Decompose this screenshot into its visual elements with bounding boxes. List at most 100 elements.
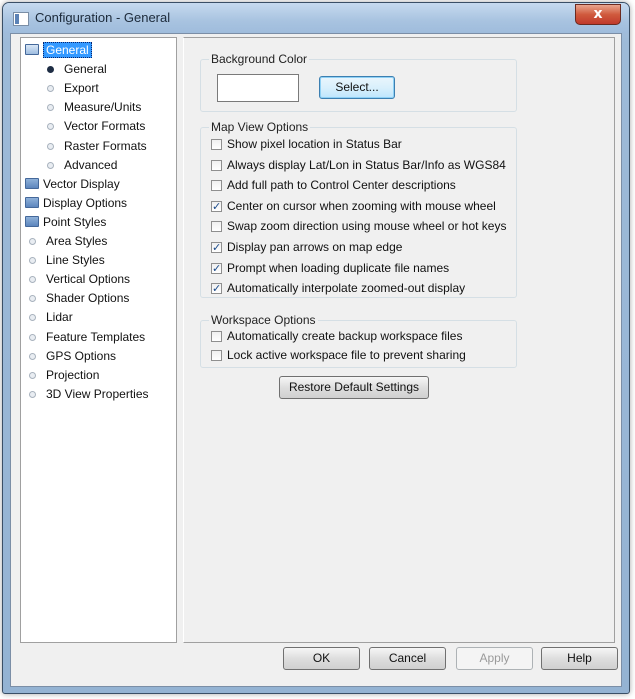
tree-item[interactable]: Feature Templates <box>25 328 145 346</box>
option-label: Prompt when loading duplicate file names <box>227 260 450 275</box>
tree-item-label: 3D View Properties <box>46 386 149 401</box>
checkbox[interactable] <box>211 180 222 192</box>
dialog-client: General General Export Measure/Units Vector … <box>10 33 622 687</box>
tree-item[interactable]: General <box>43 60 107 78</box>
bullet-icon <box>47 142 54 150</box>
option-label: Add full path to Control Center descript… <box>227 178 456 193</box>
tree-item[interactable]: GPS Options <box>25 347 116 365</box>
tree-item-label: Vertical Options <box>46 272 131 287</box>
tree-item[interactable]: Projection <box>25 366 99 384</box>
option-label: Lock active workspace file to prevent sh… <box>227 348 466 362</box>
app-icon <box>13 12 29 26</box>
option-checkbox-row[interactable]: Prompt when loading duplicate file names <box>211 259 450 278</box>
tree-item[interactable]: Point Styles <box>25 213 106 231</box>
bullet-icon <box>29 238 36 245</box>
restore-defaults-button[interactable]: Restore Default Settings <box>279 376 429 399</box>
folder-icon <box>25 196 39 208</box>
option-checkbox-row[interactable]: Always display Lat/Lon in Status Bar/Inf… <box>211 156 506 174</box>
tree-item[interactable]: Lidar <box>25 308 73 326</box>
option-label: Swap zoom direction using mouse wheel or… <box>227 219 507 234</box>
bullet-icon <box>29 371 36 379</box>
bullet-icon <box>29 352 36 360</box>
option-checkbox-row[interactable]: Swap zoom direction using mouse wheel or… <box>211 217 506 235</box>
title-bar[interactable]: Configuration - General x <box>3 3 629 33</box>
tree-item[interactable]: Vector Display <box>25 175 120 193</box>
option-checkbox-row[interactable]: Display pan arrows on map edge <box>211 238 402 257</box>
tree-item-label: Raster Formats <box>64 138 147 153</box>
tree-item-label: Shader Options <box>46 291 130 306</box>
option-checkbox-row[interactable]: Lock active workspace file to prevent sh… <box>211 346 466 364</box>
settings-panel: Background Color Select... Map View Opti… <box>183 37 615 643</box>
tree-item-label: Line Styles <box>46 253 105 268</box>
tree-item[interactable]: Display Options <box>25 194 127 212</box>
background-color-label: Background Color <box>209 52 310 66</box>
bullet-icon <box>47 85 54 93</box>
bullet-icon <box>47 161 54 169</box>
tree-item[interactable]: Shader Options <box>25 289 129 307</box>
bullet-filled-icon <box>47 66 54 74</box>
ok-button[interactable]: OK <box>283 647 360 670</box>
tree-item[interactable]: General <box>25 41 92 59</box>
option-label: Automatically create backup workspace fi… <box>227 329 463 343</box>
option-checkbox-row[interactable]: Center on cursor when zooming with mouse… <box>211 197 496 216</box>
option-label: Automatically interpolate zoomed-out dis… <box>227 281 466 296</box>
tree-item-label: Advanced <box>64 157 118 172</box>
checkbox-checked[interactable] <box>211 239 222 257</box>
tree-item-label: GPS Options <box>46 348 117 363</box>
option-label: Center on cursor when zooming with mouse… <box>227 198 496 213</box>
bullet-icon <box>29 333 36 341</box>
tree-item-label: Vector Formats <box>64 119 146 134</box>
tree-item[interactable]: Raster Formats <box>43 137 147 155</box>
checkbox-checked[interactable] <box>211 280 222 298</box>
select-color-button[interactable]: Select... <box>319 76 395 99</box>
map-view-options-group: Map View Options Show pixel location in … <box>200 120 517 298</box>
option-checkbox-row[interactable]: Add full path to Control Center descript… <box>211 176 456 194</box>
tree-item-label: Export <box>64 81 99 96</box>
category-tree: General General Export Measure/Units Vector … <box>20 37 177 643</box>
help-button[interactable]: Help <box>541 647 618 670</box>
tree-item-label: Feature Templates <box>46 329 146 344</box>
checkbox[interactable] <box>211 221 222 233</box>
tree-item-label: Area Styles <box>46 234 108 248</box>
bullet-icon <box>29 257 36 265</box>
tree-item[interactable]: 3D View Properties <box>25 385 149 403</box>
bullet-icon <box>29 314 36 322</box>
cancel-button[interactable]: Cancel <box>369 647 446 670</box>
folder-icon <box>25 177 39 189</box>
config-dialog: Configuration - General x General General… <box>2 2 630 694</box>
tree-item-label: Projection <box>46 367 100 382</box>
window-title: Configuration - General <box>35 10 171 25</box>
folder-icon <box>25 215 39 227</box>
option-checkbox-row[interactable]: Automatically create backup workspace fi… <box>211 327 462 345</box>
folder-open-icon <box>25 44 39 55</box>
option-label: Show pixel location in Status Bar <box>227 137 402 151</box>
workspace-options-group: Workspace Options Automatically create b… <box>200 313 517 368</box>
tree-item-label: General <box>43 42 92 58</box>
checkbox-checked[interactable] <box>211 260 222 278</box>
tree-item[interactable]: Line Styles <box>25 251 105 269</box>
tree-item[interactable]: Vector Formats <box>43 117 145 135</box>
bullet-icon <box>29 390 36 398</box>
tree-item-label: Vector Display <box>43 176 120 191</box>
tree-item[interactable]: Export <box>43 79 99 97</box>
tree-item-label: General <box>64 62 107 77</box>
tree-item[interactable]: Advanced <box>43 156 117 174</box>
option-checkbox-row[interactable]: Show pixel location in Status Bar <box>211 135 402 153</box>
checkbox[interactable] <box>211 331 222 342</box>
bullet-icon <box>29 276 36 284</box>
close-button[interactable]: x <box>575 4 621 25</box>
checkbox[interactable] <box>211 159 222 171</box>
tree-item[interactable]: Area Styles <box>25 232 107 250</box>
option-checkbox-row[interactable]: Automatically interpolate zoomed-out dis… <box>211 279 466 298</box>
apply-button[interactable]: Apply <box>456 647 533 670</box>
bullet-icon <box>47 104 54 112</box>
tree-item-label: Display Options <box>43 195 128 210</box>
tree-item-label: Lidar <box>46 310 73 325</box>
tree-item[interactable]: Vertical Options <box>25 270 130 288</box>
checkbox-checked[interactable] <box>211 198 222 216</box>
bullet-icon <box>29 295 36 303</box>
tree-item[interactable]: Measure/Units <box>43 98 141 116</box>
bullet-icon <box>47 123 54 131</box>
checkbox[interactable] <box>211 139 222 150</box>
checkbox[interactable] <box>211 350 222 361</box>
